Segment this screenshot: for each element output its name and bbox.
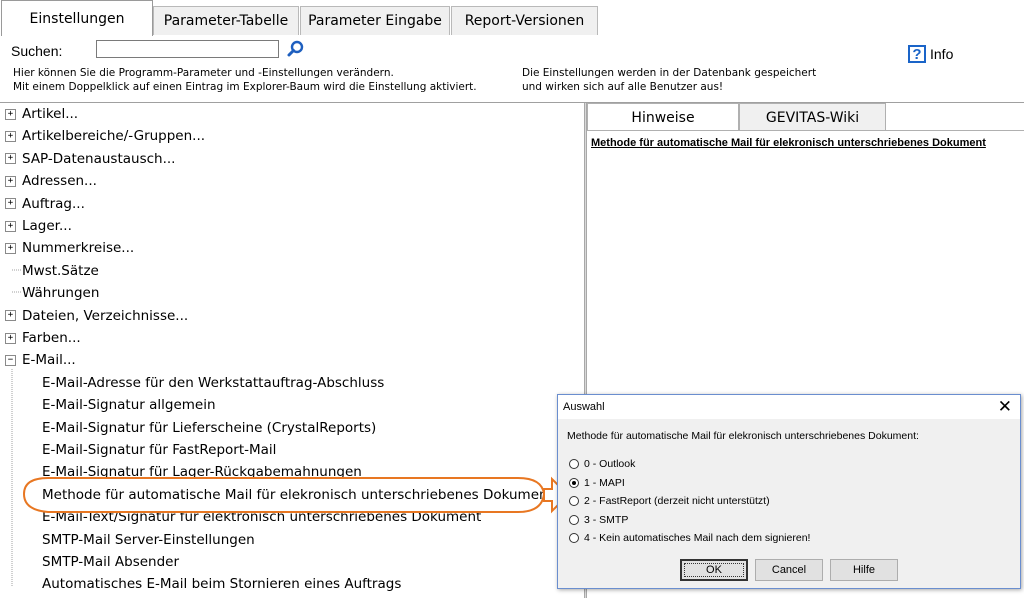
dialog-titlebar: Auswahl ✕ — [558, 395, 1020, 419]
search-area: Suchen: Hier können Sie die Programm-Par… — [0, 36, 1024, 102]
tree-item[interactable]: + Farben... — [5, 327, 81, 349]
tree-item-label: Auftrag... — [22, 195, 85, 212]
radio-button[interactable] — [569, 459, 579, 469]
tree-child-item[interactable]: SMTP-Mail Server-Einstellungen — [42, 529, 255, 551]
info-button[interactable]: ? Info — [908, 45, 953, 63]
tab-gevitas-wiki[interactable]: GEVITAS-Wiki — [739, 103, 886, 131]
expand-icon[interactable]: + — [5, 332, 16, 344]
search-icon[interactable] — [286, 39, 306, 59]
tab-hinweise[interactable]: Hinweise — [587, 103, 739, 131]
expand-icon[interactable]: + — [5, 220, 16, 232]
radio-selected-dot — [572, 480, 576, 485]
hint-left: Hier können Sie die Programm-Parameter u… — [13, 66, 477, 94]
tree-child-item[interactable]: E-Mail-Adresse für den Werkstattauftrag-… — [42, 372, 384, 394]
tree-child-item[interactable]: E-Mail-Signatur allgemein — [42, 394, 216, 416]
radio-label: 0 - Outlook — [584, 458, 636, 470]
expand-icon[interactable]: + — [5, 175, 16, 187]
radio-button[interactable] — [569, 477, 579, 488]
tree-child-item[interactable]: E-Mail-Signatur für FastReport-Mail — [42, 439, 276, 461]
question-icon: ? — [908, 45, 926, 63]
ok-button[interactable]: OK — [680, 559, 748, 581]
tree-item-label: Dateien, Verzeichnisse... — [22, 307, 189, 324]
tree-item-label: Nummerkreise... — [22, 240, 135, 257]
help-button[interactable]: Hilfe — [830, 559, 898, 581]
radio-option[interactable]: 0 - Outlook — [569, 458, 635, 470]
hint-title: Methode für automatische Mail für elekro… — [591, 137, 986, 149]
radio-label: 4 - Kein automatisches Mail nach dem sig… — [584, 532, 811, 544]
tree-item-label: Mwst.Sätze — [22, 262, 99, 279]
expand-icon[interactable]: + — [5, 108, 16, 120]
tree-child-item[interactable]: E-Mail-Text/Signatur für elektronisch un… — [42, 506, 481, 528]
radio-button[interactable] — [569, 533, 579, 543]
tree-item[interactable]: + SAP-Datenaustausch... — [5, 148, 175, 170]
radio-button[interactable] — [569, 514, 579, 525]
expand-icon[interactable]: + — [5, 242, 16, 254]
tree-item-label: Farben... — [22, 330, 81, 346]
main-tab-strip: Einstellungen Parameter-Tabelle Paramete… — [0, 0, 1024, 36]
tree-child-item[interactable]: Methode für automatische Mail für elekro… — [42, 484, 553, 506]
dialog-title: Auswahl — [563, 401, 605, 413]
tree-item-label: Währungen — [22, 285, 100, 302]
hint-right-line-2: und wirken sich auf alle Benutzer aus! — [522, 81, 724, 93]
selection-dialog: Auswahl ✕ Methode für automatische Mail … — [557, 394, 1021, 589]
radio-label: 3 - SMTP — [584, 513, 629, 526]
tree-item[interactable]: Mwst.Sätze — [5, 260, 99, 282]
tree-item-label: Lager... — [22, 218, 72, 234]
tree-item-label: SAP-Datenaustausch... — [22, 150, 176, 167]
hint-left-line-1: Hier können Sie die Programm-Parameter u… — [13, 67, 394, 79]
tree-item[interactable]: + Lager... — [5, 215, 72, 237]
tree-item[interactable]: + Nummerkreise... — [5, 237, 134, 259]
radio-option[interactable]: 1 - MAPI — [569, 477, 625, 489]
radio-option[interactable]: 3 - SMTP — [569, 514, 628, 526]
tab-report-versionen[interactable]: Report-Versionen — [451, 6, 598, 35]
radio-button[interactable] — [569, 496, 579, 506]
hint-right-line-1: Die Einstellungen werden in der Datenban… — [522, 67, 817, 79]
expand-icon[interactable]: + — [5, 153, 16, 165]
tree-item-label: Artikelbereiche/-Gruppen... — [22, 128, 206, 145]
tree-item-label: Artikel... — [22, 106, 79, 122]
collapse-icon[interactable]: − — [5, 354, 16, 366]
tree-child-item[interactable]: Automatisches E-Mail beim Stornieren ein… — [42, 573, 401, 595]
search-label: Suchen: — [11, 43, 63, 59]
info-label: Info — [930, 46, 954, 62]
expand-icon[interactable]: + — [5, 130, 16, 142]
tree-item[interactable]: + Artikel... — [5, 103, 78, 125]
radio-option[interactable]: 2 - FastReport (derzeit nicht unterstütz… — [569, 495, 770, 507]
tree-item[interactable]: + Dateien, Verzeichnisse... — [5, 305, 188, 327]
tree-item-label: E-Mail... — [22, 352, 76, 369]
tree-item[interactable]: + Artikelbereiche/-Gruppen... — [5, 125, 205, 147]
settings-tree: + Artikel... + Artikelbereiche/-Gruppen... +… — [0, 103, 584, 598]
tab-parameter-tabelle[interactable]: Parameter-Tabelle — [153, 6, 299, 35]
radio-label: 1 - MAPI — [584, 476, 625, 489]
search-input[interactable] — [96, 40, 279, 58]
dialog-question: Methode für automatische Mail für elekro… — [567, 430, 919, 442]
tree-item-label: Adressen... — [22, 173, 97, 190]
right-tab-line — [587, 130, 1024, 131]
tree-child-item[interactable]: SMTP-Mail Absender — [42, 551, 179, 573]
close-icon[interactable]: ✕ — [998, 397, 1012, 417]
tree-item[interactable]: Währungen — [5, 282, 99, 304]
expand-icon[interactable]: + — [5, 310, 16, 322]
tab-einstellungen[interactable]: Einstellungen — [1, 0, 153, 36]
tree-item[interactable]: + Auftrag... — [5, 193, 85, 215]
tree-item[interactable]: − E-Mail... — [5, 349, 76, 371]
tree-child-item[interactable]: E-Mail-Signatur für Lieferscheine (Cryst… — [42, 417, 376, 439]
tree-child-item[interactable]: E-Mail-Signatur für Lager-Rückgabemahnun… — [42, 461, 362, 483]
radio-option[interactable]: 4 - Kein automatisches Mail nach dem sig… — [569, 532, 810, 544]
hint-right: Die Einstellungen werden in der Datenban… — [522, 66, 816, 94]
expand-icon[interactable]: + — [5, 198, 16, 210]
hint-left-line-2: Mit einem Doppelklick auf einen Eintrag … — [13, 81, 477, 93]
tab-parameter-eingabe[interactable]: Parameter Eingabe — [300, 6, 450, 35]
tree-item[interactable]: + Adressen... — [5, 170, 97, 192]
cancel-button[interactable]: Cancel — [755, 559, 823, 581]
radio-label: 2 - FastReport (derzeit nicht unterstütz… — [584, 495, 770, 507]
